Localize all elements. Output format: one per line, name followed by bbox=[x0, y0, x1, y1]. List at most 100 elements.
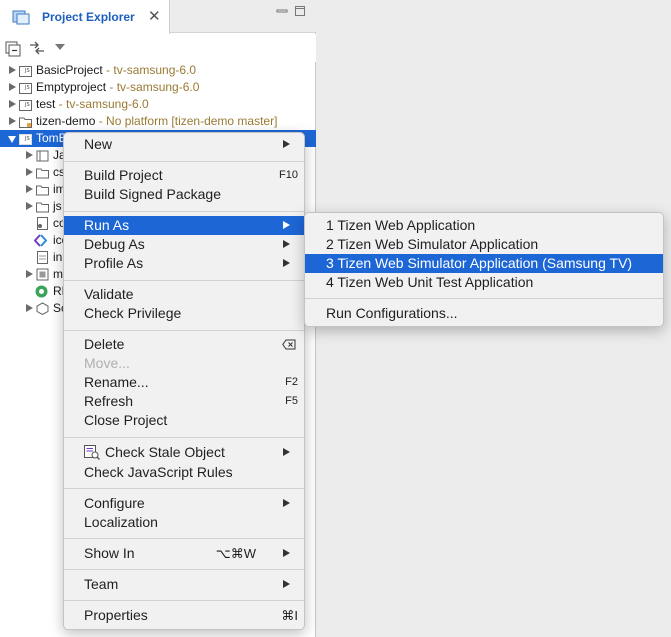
tree-item-project[interactable]: JS test - tv-samsung-6.0 bbox=[0, 96, 316, 113]
maximize-icon[interactable] bbox=[294, 5, 306, 17]
menu-item-configure[interactable]: Configure bbox=[64, 494, 304, 513]
menu-item-label: Rename... bbox=[84, 374, 149, 390]
collapse-arrow-icon[interactable] bbox=[8, 136, 16, 143]
menu-item-localization[interactable]: Localization bbox=[64, 513, 304, 532]
menu-item-close-project[interactable]: Close Project bbox=[64, 411, 304, 430]
svg-text:JS: JS bbox=[24, 68, 30, 74]
submenu-arrow-icon bbox=[283, 499, 290, 507]
menu-item-run-tizen-web-simulator-samsung-tv[interactable]: 3 Tizen Web Simulator Application (Samsu… bbox=[305, 254, 663, 273]
tab-project-explorer[interactable]: Project Explorer ✕ bbox=[0, 0, 170, 34]
close-icon[interactable]: ✕ bbox=[148, 7, 161, 25]
menu-separator bbox=[64, 330, 304, 331]
tree-item-label: BasicProject bbox=[36, 63, 103, 77]
minimize-icon[interactable] bbox=[276, 5, 288, 17]
menu-item-label: 3 Tizen Web Simulator Application (Samsu… bbox=[326, 255, 633, 271]
menu-shortcut: F10 bbox=[279, 169, 298, 181]
menu-item-label: 1 Tizen Web Application bbox=[326, 217, 476, 233]
menu-item-label: Check Stale Object bbox=[105, 444, 225, 460]
menu-item-run-tizen-web-simulator[interactable]: 2 Tizen Web Simulator Application bbox=[305, 235, 663, 254]
project-explorer-icon bbox=[12, 10, 30, 25]
collapse-all-icon[interactable] bbox=[4, 39, 22, 57]
menu-separator bbox=[64, 280, 304, 281]
menu-item-run-as[interactable]: Run As bbox=[64, 216, 304, 235]
tree-item-label: in bbox=[53, 250, 63, 264]
menu-item-label: Build Project bbox=[84, 167, 163, 183]
delete-key-icon bbox=[282, 339, 296, 350]
menu-item-delete[interactable]: Delete bbox=[64, 335, 304, 354]
tree-item-meta: - tv-samsung-6.0 bbox=[102, 63, 197, 77]
submenu-arrow-icon bbox=[283, 580, 290, 588]
menu-shortcut: F2 bbox=[285, 376, 298, 388]
menu-item-build-project[interactable]: Build Project F10 bbox=[64, 166, 304, 185]
menu-item-debug-as[interactable]: Debug As bbox=[64, 235, 304, 254]
menu-item-refresh[interactable]: Refresh F5 bbox=[64, 392, 304, 411]
menu-separator bbox=[64, 161, 304, 162]
menu-item-rename[interactable]: Rename... F2 bbox=[64, 373, 304, 392]
menu-item-run-configurations[interactable]: Run Configurations... bbox=[305, 304, 663, 323]
expand-arrow-icon[interactable] bbox=[9, 66, 16, 74]
menu-item-check-privilege[interactable]: Check Privilege bbox=[64, 304, 304, 323]
submenu-arrow-icon bbox=[283, 549, 290, 557]
folder-icon bbox=[36, 185, 49, 196]
expand-arrow-icon[interactable] bbox=[9, 83, 16, 91]
menu-separator bbox=[64, 600, 304, 601]
expand-arrow-icon[interactable] bbox=[26, 168, 33, 176]
menu-item-label: Debug As bbox=[84, 236, 145, 252]
menu-item-show-in[interactable]: Show In ⌥⌘W bbox=[64, 544, 304, 563]
menu-shortcut: F5 bbox=[285, 395, 298, 407]
tree-item-meta: - No platform [tizen-demo master] bbox=[95, 114, 278, 128]
menu-item-label: Build Signed Package bbox=[84, 186, 221, 202]
tree-item-label: m bbox=[53, 267, 63, 281]
menu-item-label: Close Project bbox=[84, 412, 168, 428]
menu-item-validate[interactable]: Validate bbox=[64, 285, 304, 304]
tree-item-project[interactable]: JS BasicProject - tv-samsung-6.0 bbox=[0, 62, 316, 79]
context-menu: New Build Project F10 Build Signed Packa… bbox=[63, 132, 305, 630]
view-menu-icon[interactable] bbox=[54, 42, 66, 52]
project-folder-icon: JS bbox=[19, 100, 32, 111]
menu-item-check-javascript-rules[interactable]: Check JavaScript Rules bbox=[64, 463, 304, 482]
tree-item-project[interactable]: tizen-demo - No platform [tizen-demo mas… bbox=[0, 113, 316, 130]
menu-item-properties[interactable]: Properties ⌘I bbox=[64, 606, 304, 625]
menu-item-run-tizen-web-unit-test[interactable]: 4 Tizen Web Unit Test Application bbox=[305, 273, 663, 292]
expand-arrow-icon[interactable] bbox=[26, 151, 33, 159]
git-project-folder-icon bbox=[19, 117, 32, 128]
menu-item-label: Configure bbox=[84, 495, 145, 511]
folder-icon bbox=[36, 168, 49, 179]
menu-item-profile-as[interactable]: Profile As bbox=[64, 254, 304, 273]
submenu-arrow-icon bbox=[283, 240, 290, 248]
tree-item-project[interactable]: JS Emptyproject - tv-samsung-6.0 bbox=[0, 79, 316, 96]
expand-arrow-icon[interactable] bbox=[26, 185, 33, 193]
stale-object-icon bbox=[84, 445, 100, 460]
project-folder-icon: JS bbox=[19, 66, 32, 77]
menu-item-label: Run As bbox=[84, 217, 130, 233]
menu-separator bbox=[305, 298, 663, 299]
expand-arrow-icon[interactable] bbox=[26, 270, 33, 278]
menu-item-build-signed-package[interactable]: Build Signed Package bbox=[64, 185, 304, 204]
svg-text:JS: JS bbox=[24, 85, 30, 91]
expand-arrow-icon[interactable] bbox=[26, 304, 33, 312]
explorer-toolbar bbox=[0, 34, 316, 62]
menu-separator bbox=[64, 569, 304, 570]
menu-item-label: Check Privilege bbox=[84, 305, 182, 321]
submenu-arrow-icon bbox=[283, 448, 290, 456]
menu-separator bbox=[64, 538, 304, 539]
menu-item-label: Team bbox=[84, 576, 119, 592]
expand-arrow-icon[interactable] bbox=[9, 117, 16, 125]
link-with-editor-icon[interactable] bbox=[28, 39, 46, 57]
script-icon bbox=[36, 302, 49, 315]
menu-item-new[interactable]: New bbox=[64, 135, 304, 154]
menu-item-run-tizen-web-application[interactable]: 1 Tizen Web Application bbox=[305, 216, 663, 235]
tree-item-label: test bbox=[36, 97, 56, 111]
menu-item-check-stale-object[interactable]: Check Stale Object bbox=[64, 443, 304, 462]
expand-arrow-icon[interactable] bbox=[26, 202, 33, 210]
menu-item-team[interactable]: Team bbox=[64, 575, 304, 594]
tree-item-label: Emptyproject bbox=[36, 80, 107, 94]
menu-separator bbox=[64, 211, 304, 212]
view-tab-bar: Project Explorer ✕ bbox=[0, 0, 316, 34]
tree-item-meta: - tv-samsung-6.0 bbox=[106, 80, 200, 94]
expand-arrow-icon[interactable] bbox=[9, 100, 16, 108]
html-file-icon bbox=[37, 251, 48, 264]
menu-shortcut: ⌥⌘W bbox=[215, 546, 256, 561]
menu-item-label: Run Configurations... bbox=[326, 305, 458, 321]
menu-item-move[interactable]: Move... bbox=[64, 354, 304, 373]
